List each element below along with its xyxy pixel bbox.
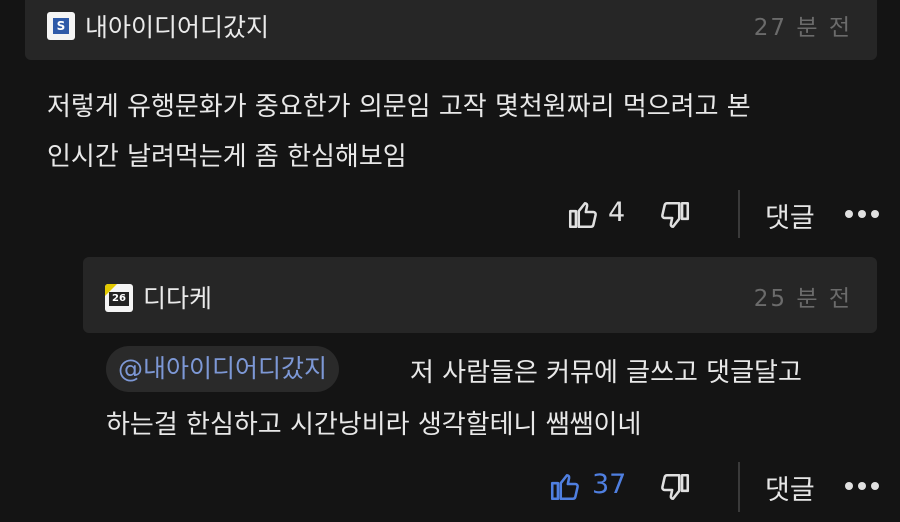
reply-timestamp: 25 분 전	[753, 286, 852, 312]
reply-line: 저 사람들은 커뮤에 글쓰고 댓글달고	[410, 358, 802, 388]
comment-header: S 내아이디어디갔지 27 분 전	[25, 0, 877, 60]
thumbs-down-icon[interactable]	[658, 199, 692, 233]
comment-body: 저렇게 유행문화가 중요한가 의문임 고작 몇천원짜리 먹으려고 본 인시간 날…	[47, 82, 877, 182]
reply-username[interactable]: 디다케	[143, 279, 212, 315]
thumbs-up-icon[interactable]	[566, 197, 600, 231]
reply-line: 하는걸 한심하고 시간낭비라 생각할테니 쌤쌤이네	[106, 410, 642, 440]
comment-timestamp: 27 분 전	[753, 15, 852, 41]
thumbs-down-icon[interactable]	[658, 471, 692, 505]
like-count: 4	[608, 197, 626, 228]
mention-chip[interactable]: @내아이디어디갔지	[106, 346, 340, 392]
more-dots-icon[interactable]	[845, 482, 879, 492]
avatar-badge: 26	[109, 292, 129, 306]
action-divider	[738, 462, 740, 512]
reply-button[interactable]: 댓글	[765, 468, 815, 507]
comment-line: 인시간 날려먹는게 좀 한심해보임	[47, 142, 407, 172]
comment-line: 저렇게 유행문화가 중요한가 의문임 고작 몇천원짜리 먹으려고 본	[47, 92, 751, 122]
comment-thread: S 내아이디어디갔지 27 분 전 저렇게 유행문화가 중요한가 의문임 고작 …	[0, 0, 900, 522]
comment-username[interactable]: 내아이디어디갔지	[85, 8, 269, 44]
reply-header: 26 디다케 25 분 전	[83, 257, 877, 333]
action-divider	[738, 190, 740, 238]
like-count: 37	[592, 469, 627, 500]
thumbs-up-icon[interactable]	[548, 469, 582, 503]
avatar-badge: S	[53, 18, 69, 34]
avatar[interactable]: S	[47, 12, 75, 40]
more-dots-icon[interactable]	[845, 210, 879, 220]
reply-button[interactable]: 댓글	[765, 196, 815, 235]
avatar[interactable]: 26	[105, 284, 133, 312]
